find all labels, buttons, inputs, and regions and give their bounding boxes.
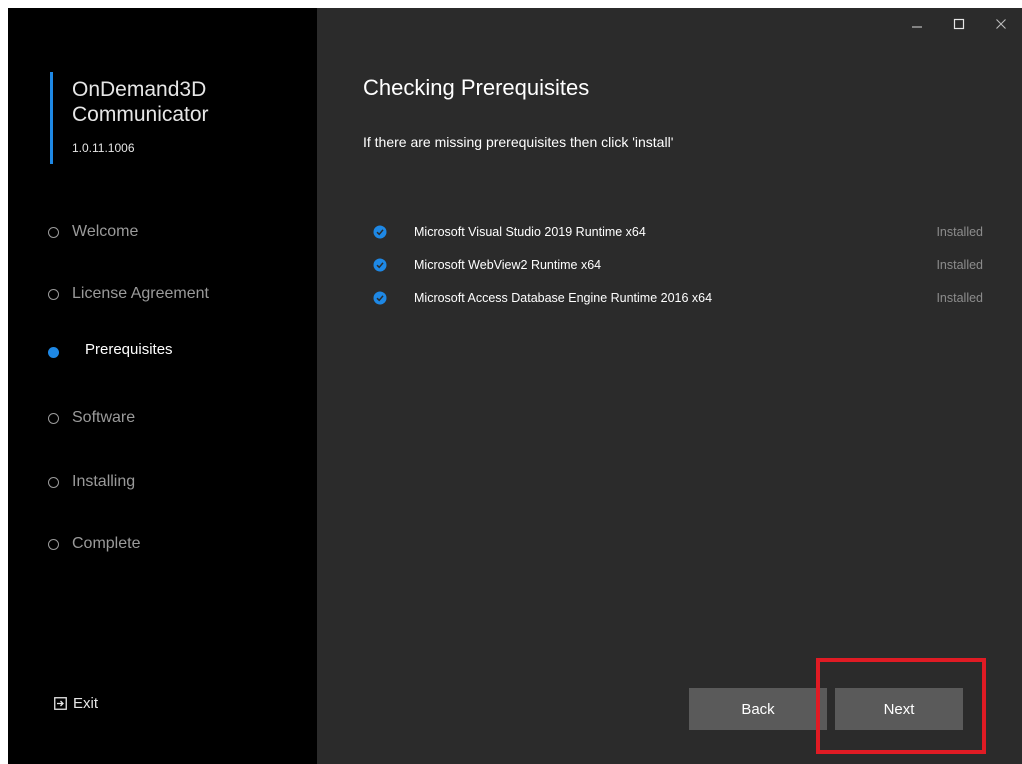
prerequisite-status: Installed (936, 225, 983, 239)
prerequisite-status: Installed (936, 258, 983, 272)
page-title: Checking Prerequisites (363, 75, 590, 100)
close-icon (996, 19, 1006, 29)
step-indicator-icon (48, 412, 59, 424)
prerequisite-name: Microsoft Access Database Engine Runtime… (414, 291, 713, 305)
check-circle-icon (373, 291, 387, 305)
step-welcome: Welcome (48, 223, 138, 241)
minimize-icon (912, 26, 922, 28)
exit-icon (54, 697, 67, 710)
prerequisite-name: Microsoft WebView2 Runtime x64 (414, 258, 602, 272)
step-license-agreement: License Agreement (48, 285, 209, 303)
check-circle-icon (373, 225, 387, 239)
step-label: Welcome (72, 223, 139, 240)
exit-label: Exit (73, 695, 99, 712)
maximize-icon (953, 18, 965, 30)
step-indicator-icon (48, 226, 59, 238)
app-name: OnDemand3D Communicator (72, 78, 209, 126)
step-complete: Complete (48, 535, 140, 553)
step-label: Installing (72, 473, 136, 490)
step-installing: Installing (48, 473, 135, 491)
sidebar: OnDemand3D Communicator 1.0.11.1006 Welc… (8, 8, 317, 764)
check-circle-icon (373, 258, 387, 272)
app-version: 1.0.11.1006 (72, 141, 135, 155)
page-subtitle: If there are missing prerequisites then … (363, 134, 674, 150)
main-panel: Checking Prerequisites If there are miss… (317, 8, 1022, 764)
close-button[interactable] (980, 8, 1022, 40)
prerequisite-status: Installed (936, 291, 983, 305)
step-software: Software (48, 409, 135, 427)
brand-block: OnDemand3D Communicator 1.0.11.1006 (50, 72, 262, 164)
prerequisite-item: Microsoft WebView2 Runtime x64 Installed (373, 255, 983, 275)
back-button[interactable]: Back (689, 688, 827, 730)
prerequisite-item: Microsoft Access Database Engine Runtime… (373, 288, 983, 308)
step-prerequisites: Prerequisites (48, 341, 173, 358)
installer-window: OnDemand3D Communicator 1.0.11.1006 Welc… (8, 8, 1022, 764)
step-label: License Agreement (72, 285, 209, 302)
exit-button[interactable]: Exit (54, 695, 98, 712)
active-step-indicator-icon (48, 347, 59, 358)
prerequisite-name: Microsoft Visual Studio 2019 Runtime x64 (414, 225, 646, 239)
prerequisite-item: Microsoft Visual Studio 2019 Runtime x64… (373, 222, 983, 242)
step-label: Complete (72, 535, 141, 552)
window-controls (896, 8, 1022, 40)
step-label: Software (72, 409, 136, 426)
step-indicator-icon (48, 476, 59, 488)
maximize-button[interactable] (938, 8, 980, 40)
step-label: Prerequisites (85, 341, 173, 358)
next-button[interactable]: Next (835, 688, 963, 730)
step-indicator-icon (48, 288, 59, 300)
minimize-button[interactable] (896, 8, 938, 40)
step-indicator-icon (48, 538, 59, 550)
